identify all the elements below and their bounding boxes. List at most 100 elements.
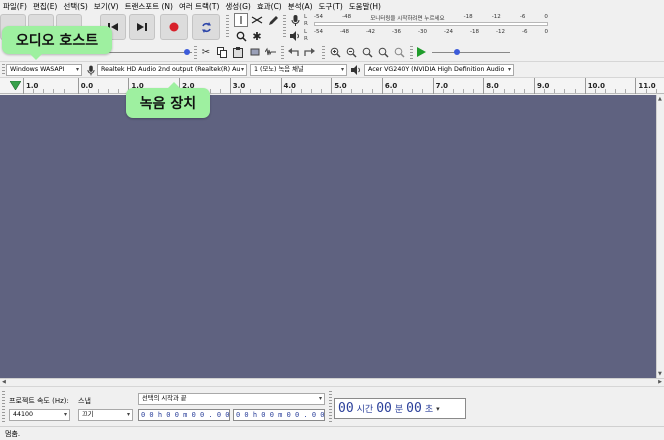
playback-device-select[interactable]: Acer VG240Y (NVIDIA High Definition Audi… (364, 64, 514, 76)
toolbar-grip[interactable] (2, 64, 5, 76)
play-meter[interactable]: L R -54 -48 -42 -36 -30 -24 -18 -12 -6 0 (304, 29, 548, 42)
slider-knob[interactable] (184, 49, 190, 55)
undo-icon[interactable] (286, 45, 300, 59)
device-toolbar: Windows WASAPI ▾ Realtek HD Audio 2nd out… (0, 62, 664, 78)
redo-glyph-icon (303, 47, 315, 56)
toolbar-grip[interactable] (226, 15, 229, 39)
toolbar-grip[interactable] (2, 391, 5, 423)
ruler-minor-tick (250, 89, 252, 93)
copy-icon[interactable] (215, 45, 229, 59)
selection-end-time[interactable]: 0 0 h 0 0 m 0 0 . 0 0 0 s (233, 409, 325, 421)
menu-file[interactable]: 파일(F) (3, 1, 27, 12)
menu-generate[interactable]: 생성(G) (225, 1, 250, 12)
record-button[interactable] (160, 14, 188, 40)
slider-knob[interactable] (454, 49, 460, 55)
ruler-minor-tick (554, 89, 556, 93)
zoom-out-icon[interactable] (344, 45, 358, 59)
ruler-minor-tick (655, 89, 657, 93)
envelope-tool-icon[interactable] (250, 13, 264, 27)
ruler-minor-tick (544, 89, 546, 93)
zoom-tool-icon[interactable] (234, 29, 248, 43)
fit-project-icon[interactable] (376, 45, 390, 59)
slider-track (432, 52, 510, 53)
track-panel[interactable] (0, 95, 656, 378)
recording-device-select[interactable]: Realtek HD Audio 2nd output (Realtek(R) … (97, 64, 247, 76)
recording-channels-select[interactable]: 1 (모노) 녹음 채널 ▾ (250, 64, 347, 76)
toolbar-grip[interactable] (410, 46, 413, 59)
project-rate-select[interactable]: 44100 ▾ (9, 409, 70, 421)
speaker-icon[interactable] (288, 29, 302, 43)
chevron-down-icon: ▾ (240, 66, 244, 73)
vertical-scrollbar[interactable]: ▲ ▼ (656, 95, 664, 378)
timeline-ruler[interactable]: 1.0 0.0 1.0 2.0 3.0 4.0 5.0 6.0 7.0 8.0 9.0 10.0 11.… (0, 78, 664, 94)
paste-icon[interactable] (231, 45, 245, 59)
menu-edit[interactable]: 편집(E) (33, 1, 57, 12)
toolbar-grip[interactable] (283, 15, 286, 39)
project-rate-label: 프로젝트 속도 (Hz): (9, 397, 69, 405)
menu-select[interactable]: 선택(S) (63, 1, 87, 12)
selection-start-time[interactable]: 0 0 h 0 0 m 0 0 . 0 0 0 s (138, 409, 230, 421)
scroll-right-icon[interactable]: ▶ (658, 379, 662, 385)
record-volume-slider[interactable] (108, 46, 192, 58)
time-seconds-unit: 초 (424, 405, 434, 415)
copy-glyph-icon (217, 46, 227, 58)
horizontal-scrollbar[interactable]: ◀ ▶ (0, 378, 664, 385)
zoom-toggle-icon[interactable] (392, 45, 406, 59)
silence-icon[interactable] (263, 45, 277, 59)
record-meter-r: R (304, 21, 308, 27)
audio-host-value: Windows WASAPI (10, 66, 65, 73)
scroll-up-icon[interactable]: ▲ (658, 96, 662, 102)
ruler-minor-tick (290, 89, 292, 93)
selection-mode-select[interactable]: 선택의 시작과 끝 ▾ (138, 393, 325, 405)
toolbar-grip[interactable] (322, 46, 325, 59)
meter-tick: 0 (544, 29, 549, 35)
record-meter[interactable]: L R -54 -48 모니터링을 시작하려면 누르세요 -18 -12 -6 … (304, 14, 548, 27)
playback-device-value: Acer VG240Y (NVIDIA High Definition Audi… (368, 66, 505, 73)
ruler-major-tick (280, 78, 282, 94)
play-at-speed-icon[interactable] (414, 45, 428, 59)
menu-bar: 파일(F) 편집(E) 선택(S) 보기(V) 트랜스포트 (N) 여러 트랙(… (0, 0, 664, 12)
menu-view[interactable]: 보기(V) (94, 1, 119, 12)
loop-button[interactable] (192, 14, 220, 40)
play-speed-slider[interactable] (432, 46, 510, 58)
ruler-label: 11.0 (638, 82, 656, 90)
skip-end-button[interactable] (129, 14, 155, 40)
menu-tracks[interactable]: 여러 트랙(T) (179, 1, 219, 12)
microphone-icon[interactable] (288, 13, 302, 27)
menu-tools[interactable]: 도구(T) (319, 1, 343, 12)
skip-end-icon (137, 23, 147, 31)
chevron-down-icon[interactable]: ▾ (436, 405, 440, 413)
ruler-minor-tick (270, 89, 272, 93)
draw-tool-icon[interactable] (266, 13, 280, 27)
menu-effect[interactable]: 효과(C) (257, 1, 282, 12)
ruler-label: 10.0 (587, 82, 605, 90)
time-display[interactable]: 00 시간 00 분 00 초 ▾ (334, 398, 466, 419)
selection-tool-icon[interactable]: I (234, 13, 248, 27)
ruler-minor-tick (53, 89, 55, 93)
zoom-in-icon[interactable] (328, 45, 342, 59)
cut-icon[interactable]: ✂ (199, 45, 213, 59)
toolbar-grip[interactable] (329, 391, 332, 423)
scroll-down-icon[interactable]: ▼ (658, 371, 662, 377)
selection-end-value: 0 0 h 0 0 m 0 0 . 0 0 0 s (236, 411, 325, 419)
trim-icon[interactable] (248, 45, 262, 59)
multi-tool-icon[interactable]: ✱ (250, 29, 264, 43)
record-icon (169, 22, 179, 32)
scroll-left-icon[interactable]: ◀ (2, 379, 6, 385)
redo-icon[interactable] (302, 45, 316, 59)
toolbar-grip[interactable] (194, 46, 197, 59)
audio-host-select[interactable]: Windows WASAPI ▾ (6, 64, 82, 76)
menu-analyze[interactable]: 분석(A) (288, 1, 313, 12)
toolbar-grip[interactable] (281, 46, 284, 59)
chevron-down-icon: ▾ (340, 66, 344, 73)
project-rate-value: 44100 (13, 411, 34, 418)
chevron-down-icon: ▾ (507, 66, 511, 73)
ruler-minor-tick (615, 89, 617, 93)
ruler-major-tick (635, 78, 637, 94)
play-head-icon[interactable] (10, 81, 21, 90)
menu-transport[interactable]: 트랜스포트 (N) (125, 1, 173, 12)
menu-help[interactable]: 도움말(H) (349, 1, 381, 12)
fit-selection-icon[interactable] (360, 45, 374, 59)
snap-select[interactable]: 끄기 ▾ (78, 409, 133, 421)
mic-glyph-icon (291, 14, 299, 26)
